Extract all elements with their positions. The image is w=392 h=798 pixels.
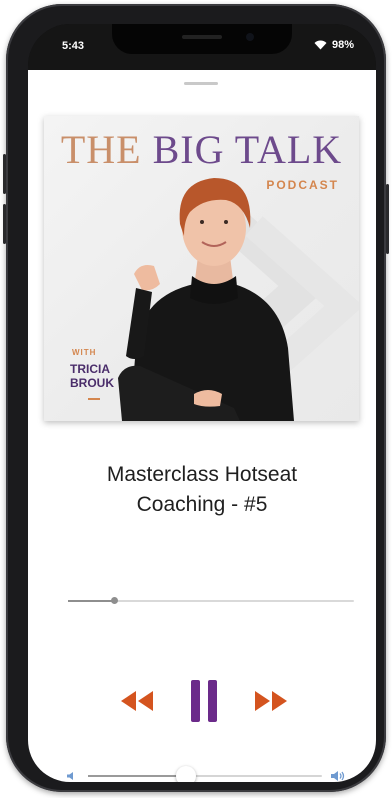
battery-percentage: 98% (331, 39, 354, 51)
power-side-button (386, 184, 389, 254)
volume-down-side-button (3, 204, 6, 244)
status-bar: 5:43 98% (28, 24, 376, 70)
front-camera (246, 33, 254, 41)
progress-fill (68, 600, 114, 602)
volume-low-icon (67, 772, 73, 780)
status-indicators: 98% (314, 39, 354, 51)
cover-with-label: WITH (72, 348, 97, 357)
player-sheet: THE BIG TALK PODCAST WITH TRICIA BROUK M… (28, 70, 376, 782)
playback-progress-slider[interactable] (68, 597, 354, 604)
episode-title: Masterclass Hotseat Coaching - #5 (106, 463, 298, 516)
progress-handle[interactable] (110, 597, 118, 604)
volume-row (28, 764, 376, 782)
volume-handle[interactable] (176, 766, 197, 782)
cover-accent-rule (88, 398, 100, 400)
volume-up-side-button (3, 154, 6, 194)
fast-forward-icon[interactable] (254, 690, 288, 712)
notch (112, 24, 292, 54)
speaker-grille (182, 35, 222, 39)
pause-icon[interactable] (191, 680, 217, 722)
volume-slider[interactable] (88, 766, 322, 782)
cover-host-name: TRICIA BROUK (70, 362, 114, 390)
cover-title: THE BIG TALK (60, 127, 343, 172)
rewind-icon[interactable] (120, 690, 154, 712)
status-time: 5:43 (62, 40, 85, 52)
podcast-cover-art: THE BIG TALK PODCAST WITH TRICIA BROUK (44, 116, 359, 421)
phone-screen: 5:43 98% THE BIG TALK PODCAST WITH TRICI… (28, 24, 376, 782)
volume-fill (88, 775, 187, 777)
sheet-drag-handle[interactable] (184, 82, 218, 85)
wifi-icon (314, 40, 327, 50)
phone-frame: 5:43 98% THE BIG TALK PODCAST WITH TRICI… (3, 4, 389, 792)
volume-high-icon (331, 771, 345, 781)
playback-controls (28, 670, 376, 730)
cover-subtitle: PODCAST (266, 178, 339, 192)
